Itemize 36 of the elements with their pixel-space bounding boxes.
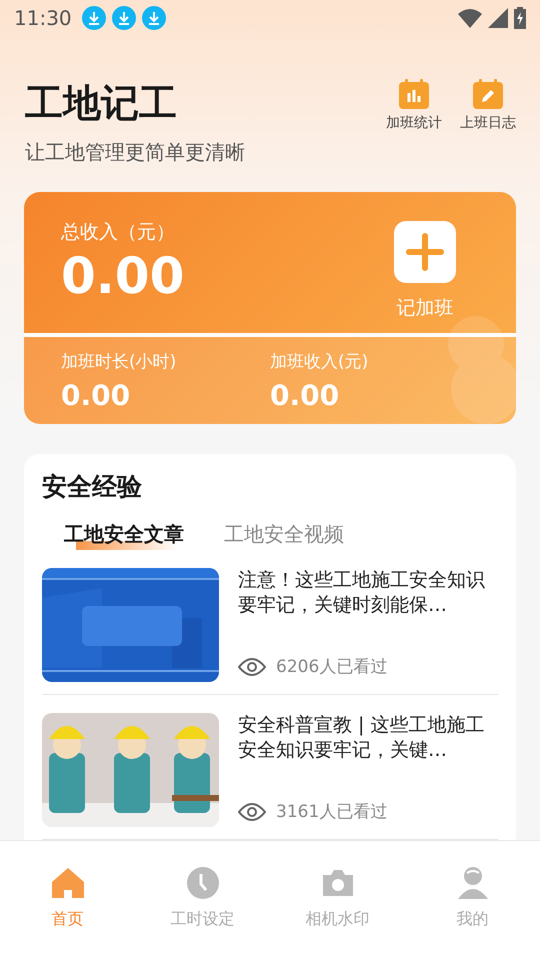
nav-tab[interactable]: 工时设定 <box>135 865 270 935</box>
add-overtime-button[interactable]: 记加班 <box>394 221 456 322</box>
article-title[interactable]: 注意！这些工地施工安全知识要牢记，关键时刻能保… <box>238 568 498 618</box>
nav-tab[interactable]: 我的 <box>405 865 540 935</box>
plus-icon <box>394 221 456 284</box>
category-tab[interactable]: 工地安全视频 <box>224 521 344 550</box>
status-time: 11:30 <box>14 6 72 30</box>
view-count: 3161人已看过 <box>276 801 388 823</box>
article-title[interactable]: 安全科普宣教 | 这些工地施工安全知识要牢记，关键… <box>238 713 498 763</box>
nav-tab[interactable]: 相机水印 <box>270 865 405 935</box>
clock-icon <box>184 865 220 901</box>
view-count: 6206人已看过 <box>276 656 388 678</box>
category-tab[interactable]: 工地安全文章 <box>64 521 184 550</box>
download-icon <box>142 6 166 30</box>
stat-label: 加班收入(元) <box>270 350 370 373</box>
stat-label: 加班时长(小时) <box>61 350 178 373</box>
download-icon <box>82 6 106 30</box>
total-income-label: 总收入（元） <box>61 220 176 246</box>
nav-tab[interactable]: 首页 <box>0 865 135 935</box>
edit-calendar-icon <box>472 78 504 110</box>
eye-icon <box>238 656 266 676</box>
wifi-icon <box>458 6 482 29</box>
stat-value: 0.00 <box>61 378 132 412</box>
header-action[interactable]: 上班日志 <box>460 78 516 132</box>
eye-icon <box>238 802 266 822</box>
header-action[interactable]: 加班统计 <box>386 78 442 132</box>
home-icon <box>50 865 86 901</box>
app-title: 工地记工 <box>25 80 178 127</box>
signal-icon <box>488 6 508 29</box>
stat-value: 0.00 <box>270 378 340 412</box>
total-income-value: 0.00 <box>61 247 186 306</box>
app-subtitle: 让工地管理更简单更清晰 <box>25 138 246 166</box>
download-icon <box>112 6 136 30</box>
battery-icon <box>514 6 526 29</box>
section-title: 安全经验 <box>42 471 143 503</box>
chart-calendar-icon <box>398 78 430 110</box>
